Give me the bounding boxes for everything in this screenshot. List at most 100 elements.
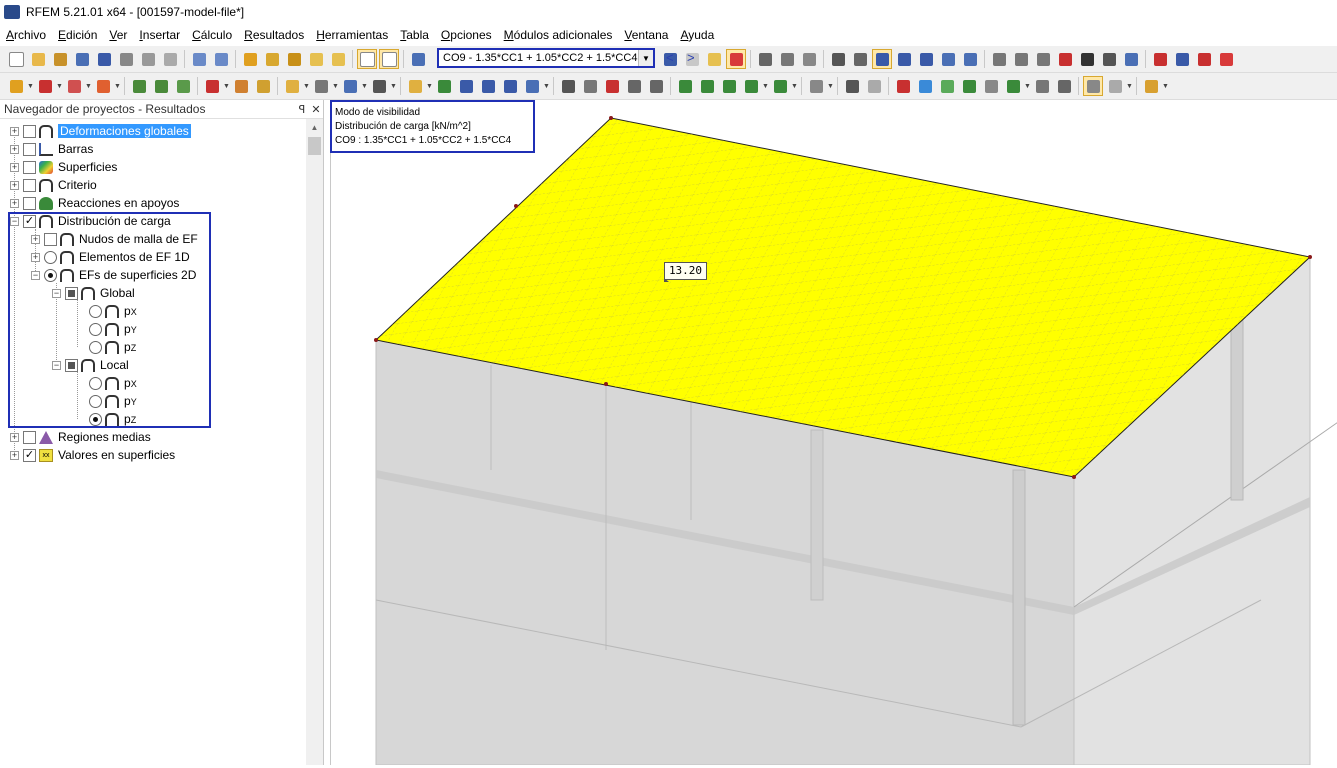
tree-item-superficies[interactable]: + Superficies: [10, 158, 117, 176]
tree-item-barras[interactable]: + Barras: [10, 140, 93, 158]
dropdown-arrow-icon[interactable]: ▼: [361, 77, 368, 95]
chevron-down-icon[interactable]: ▼: [638, 50, 653, 66]
zoom-search-icon[interactable]: [580, 76, 600, 96]
expand-icon[interactable]: +: [10, 432, 19, 442]
export-icon[interactable]: [1150, 49, 1170, 69]
menu-archivo[interactable]: Archivo: [0, 28, 52, 42]
box-icon[interactable]: [369, 76, 389, 96]
scale-icon[interactable]: [799, 49, 819, 69]
area-load-icon[interactable]: [253, 76, 273, 96]
dropdown-arrow-icon[interactable]: ▼: [114, 77, 121, 95]
checkbox[interactable]: [23, 142, 36, 156]
pencil-icon[interactable]: [981, 76, 1001, 96]
expand-icon[interactable]: +: [10, 450, 19, 460]
zoom-icon[interactable]: [602, 76, 622, 96]
coordinate-icon[interactable]: [1003, 76, 1023, 96]
connect-icon[interactable]: [405, 76, 425, 96]
hinge-icon[interactable]: [938, 49, 958, 69]
load-icon[interactable]: [202, 76, 222, 96]
gear-icon[interactable]: [959, 76, 979, 96]
note-icon[interactable]: [306, 49, 326, 69]
checkbox[interactable]: [23, 430, 36, 444]
tree-item-regiones[interactable]: + Regiones medias: [10, 428, 151, 446]
menu-resultados[interactable]: Resultados: [238, 28, 310, 42]
expand-icon[interactable]: +: [10, 180, 19, 190]
view-3d-icon[interactable]: [624, 76, 644, 96]
mirror-icon[interactable]: [1033, 49, 1053, 69]
target-icon[interactable]: [284, 49, 304, 69]
model-icon[interactable]: [72, 49, 92, 69]
redo-icon[interactable]: [211, 49, 231, 69]
navigator-scrollbar[interactable]: ▲: [306, 119, 323, 765]
expand-icon[interactable]: +: [10, 144, 19, 154]
line-load-icon[interactable]: [231, 76, 251, 96]
animation-icon[interactable]: [755, 49, 775, 69]
checkbox[interactable]: [23, 196, 36, 210]
scroll-up-icon[interactable]: ▲: [306, 119, 323, 136]
view-z-icon[interactable]: [719, 76, 739, 96]
insert-member-icon[interactable]: [64, 76, 84, 96]
dropdown-arrow-icon[interactable]: ▼: [303, 77, 310, 95]
dropdown-arrow-icon[interactable]: ▼: [223, 77, 230, 95]
opening-icon[interactable]: [311, 76, 331, 96]
structure-icon[interactable]: [456, 76, 476, 96]
delete-icon[interactable]: [1055, 49, 1075, 69]
dropdown-arrow-icon[interactable]: ▼: [791, 77, 798, 95]
dropdown-arrow-icon[interactable]: ▼: [762, 77, 769, 95]
picture-icon[interactable]: [1099, 49, 1119, 69]
open-icon[interactable]: [28, 49, 48, 69]
support-icon[interactable]: [916, 49, 936, 69]
save-icon[interactable]: [94, 49, 114, 69]
view-y-icon[interactable]: [697, 76, 717, 96]
insert-node-icon[interactable]: [6, 76, 26, 96]
colors-icon[interactable]: [915, 76, 935, 96]
dropdown-arrow-icon[interactable]: ▼: [1126, 77, 1133, 95]
import-icon[interactable]: [1172, 49, 1192, 69]
node-icon[interactable]: [894, 49, 914, 69]
dimension-icon[interactable]: [842, 76, 862, 96]
camera-icon[interactable]: [1077, 49, 1097, 69]
print-icon[interactable]: [116, 49, 136, 69]
comment-icon[interactable]: [864, 76, 884, 96]
support-node-icon[interactable]: [129, 76, 149, 96]
menu-edicion[interactable]: Edición: [52, 28, 103, 42]
panel-view-icon[interactable]: [379, 49, 399, 69]
menu-herramientas[interactable]: Herramientas: [310, 28, 394, 42]
model-viewport[interactable]: [330, 100, 1337, 766]
view-neg-y-icon[interactable]: [741, 76, 761, 96]
load-combination-select[interactable]: CO9 - 1.35*CC1 + 1.05*CC2 + 1.5*CC4 ▼: [437, 48, 655, 68]
support-surface-icon[interactable]: [173, 76, 193, 96]
frame-icon[interactable]: [340, 76, 360, 96]
menu-modulos-adicionales[interactable]: Módulos adicionales: [498, 28, 619, 42]
support-line-icon[interactable]: [151, 76, 171, 96]
section-icon[interactable]: [777, 49, 797, 69]
tree-item-reacciones[interactable]: + Reacciones en apoyos: [10, 194, 179, 212]
dropdown-arrow-icon[interactable]: ▼: [1024, 77, 1031, 95]
expand-icon[interactable]: +: [10, 198, 19, 208]
scroll-thumb[interactable]: [308, 137, 321, 155]
tree-item-deformaciones[interactable]: + Deformaciones globales: [10, 122, 191, 140]
menu-ventana[interactable]: Ventana: [618, 28, 674, 42]
checkbox-checked[interactable]: ✓: [23, 448, 36, 462]
solid-view-icon[interactable]: [937, 76, 957, 96]
new-file-icon[interactable]: [6, 49, 26, 69]
wrench-icon[interactable]: [558, 76, 578, 96]
bars-icon[interactable]: [522, 76, 542, 96]
checkbox[interactable]: [23, 178, 36, 192]
tree-item-criterio[interactable]: + Criterio: [10, 176, 97, 194]
snap-icon[interactable]: [872, 49, 892, 69]
menu-insertar[interactable]: Insertar: [133, 28, 186, 42]
print-graphic-icon[interactable]: [138, 49, 158, 69]
expand-icon[interactable]: +: [10, 162, 19, 172]
settings-icon[interactable]: [1083, 76, 1103, 96]
check-icon[interactable]: [1141, 76, 1161, 96]
visibility-icon[interactable]: [806, 76, 826, 96]
grid-icon[interactable]: [850, 49, 870, 69]
solid-icon[interactable]: [282, 76, 302, 96]
menu-ayuda[interactable]: Ayuda: [674, 28, 720, 42]
structure-2-icon[interactable]: [478, 76, 498, 96]
render-icon[interactable]: [646, 76, 666, 96]
next-combination-button[interactable]: >: [687, 50, 695, 65]
print-preview-icon[interactable]: [160, 49, 180, 69]
insert-surface-icon[interactable]: [93, 76, 113, 96]
